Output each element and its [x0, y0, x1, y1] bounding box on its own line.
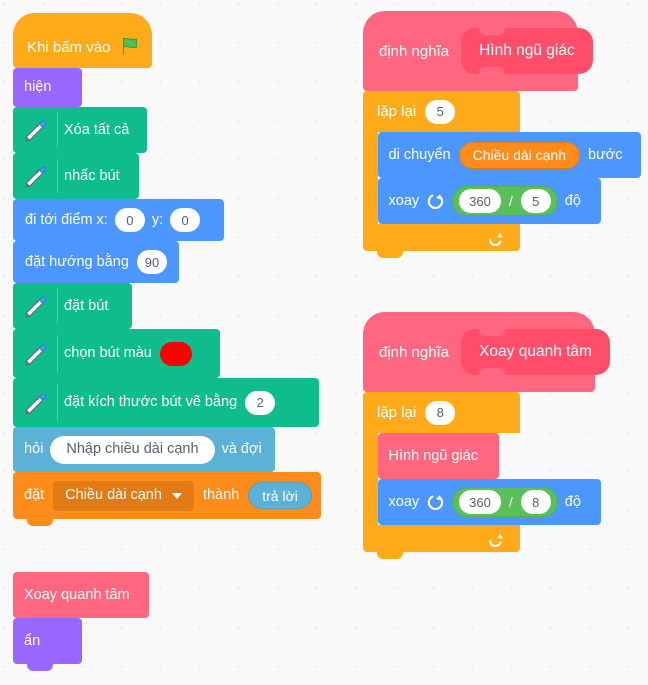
block-turn-right[interactable]: xoay 360 / 5 độ: [377, 178, 601, 231]
repeat-left-arm: [363, 132, 378, 224]
pen-icon-divider: [57, 159, 58, 193]
procedure-name-label: Xoay quanh tâm: [479, 343, 592, 360]
pen-icon: [21, 340, 49, 368]
go-to-xy-label-x: đi tới điểm x:: [25, 211, 108, 228]
pen-up-label: nhấc bút: [64, 167, 120, 184]
block-turn-right[interactable]: xoay 360 / 8 độ: [377, 479, 601, 532]
repeat-label: lặp lại: [377, 404, 417, 421]
repeat-times-input[interactable]: 8: [425, 400, 456, 425]
pen-icon: [21, 162, 49, 190]
pen-size-input[interactable]: 2: [245, 390, 276, 415]
turn-label: xoay: [388, 493, 420, 510]
divide-operand-b[interactable]: 5: [520, 189, 551, 213]
show-label: hiện: [24, 79, 52, 96]
blocks-workspace[interactable]: Khi bấm vào hiện Xóa tất cả nhấc bút đi …: [0, 0, 648, 685]
repeat-5-footer: [363, 224, 520, 258]
loop-arrow-icon: [487, 530, 504, 547]
pen-icon: [21, 389, 49, 417]
pen-icon-divider: [57, 384, 58, 421]
divide-operand-b[interactable]: 8: [520, 490, 551, 514]
pen-down-label: đặt bút: [64, 297, 109, 314]
green-flag-icon: [120, 36, 140, 56]
loop-arrow-icon: [487, 229, 504, 246]
set-variable-label: đặt: [24, 487, 45, 504]
turn-degrees-label: độ: [564, 192, 581, 209]
define-label: định nghĩa: [379, 343, 450, 361]
erase-all-label: Xóa tất cả: [64, 121, 130, 138]
repeat-label: lặp lại: [377, 103, 417, 120]
chevron-down-icon: [171, 492, 182, 499]
block-pen-down[interactable]: đặt bút: [13, 283, 132, 336]
move-label: di chuyển: [388, 146, 451, 163]
block-move-steps[interactable]: di chuyển Chiều dài cạnh bước: [377, 132, 641, 185]
go-to-xy-label-y: y:: [151, 211, 164, 228]
set-pen-size-label: đặt kích thước bút vẽ bằng: [64, 394, 238, 411]
answer-reporter[interactable]: trả lời: [248, 482, 312, 509]
set-pen-color-label: chọn bút màu: [64, 345, 152, 362]
turn-clockwise-icon: [426, 192, 445, 211]
block-set-pen-size[interactable]: đặt kích thước bút vẽ bằng 2: [13, 378, 319, 434]
procedure-prototype-hinh-ngu-giac[interactable]: Hình ngũ giác: [461, 28, 593, 74]
block-erase-all[interactable]: Xóa tất cả: [13, 107, 147, 160]
variable-dropdown-value: Chiều dài cạnh: [65, 487, 162, 504]
turn-label: xoay: [388, 192, 420, 209]
repeat-5-header[interactable]: lặp lại 5: [363, 91, 520, 132]
divide-operand-a[interactable]: 360: [459, 490, 501, 514]
ask-question-input[interactable]: Nhập chiều dài cạnh: [50, 435, 215, 464]
block-hide[interactable]: ẩn: [13, 618, 82, 671]
procedure-name-label: Hình ngũ giác: [479, 42, 575, 59]
repeat-8-footer: [363, 525, 520, 559]
point-direction-input[interactable]: 90: [136, 250, 167, 274]
block-go-to-xy[interactable]: đi tới điểm x: 0 y: 0: [13, 199, 224, 248]
block-show[interactable]: hiện: [13, 68, 82, 114]
block-set-pen-color[interactable]: chọn bút màu: [13, 329, 220, 385]
procedure-prototype-xoay-quanh-tam[interactable]: Xoay quanh tâm: [461, 329, 610, 375]
ask-and-wait-label: và đợi: [221, 441, 262, 458]
set-variable-to-label: thành: [202, 487, 240, 504]
block-call-xoay-quanh-tam[interactable]: Xoay quanh tâm: [13, 572, 149, 625]
go-to-y-input[interactable]: 0: [170, 208, 201, 232]
operator-divide[interactable]: 360 / 5: [452, 186, 558, 216]
ask-label: hỏi: [24, 441, 44, 458]
block-call-hinh-ngu-giac[interactable]: Hình ngũ giác: [377, 433, 499, 486]
divide-symbol: /: [508, 193, 513, 209]
pen-icon-divider: [57, 335, 58, 372]
pen-icon: [21, 292, 49, 320]
move-steps-label: bước: [588, 146, 623, 163]
block-ask-and-wait[interactable]: hỏi Nhập chiều dài cạnh và đợi: [13, 427, 275, 479]
operator-divide[interactable]: 360 / 8: [452, 487, 558, 517]
turn-degrees-label: độ: [564, 493, 581, 510]
block-define-hinh-ngu-giac[interactable]: định nghĩa Hình ngũ giác: [363, 11, 593, 91]
turn-clockwise-icon: [426, 493, 445, 512]
repeat-left-arm: [363, 433, 378, 525]
pen-icon-divider: [57, 289, 58, 323]
hide-label: ẩn: [24, 632, 41, 649]
block-set-variable[interactable]: đặt Chiều dài cạnh thành trả lời: [13, 472, 321, 526]
pen-icon: [21, 116, 49, 144]
define-label: định nghĩa: [379, 42, 450, 60]
variable-reporter-chieu-dai-canh[interactable]: Chiều dài cạnh: [458, 141, 580, 169]
repeat-times-input[interactable]: 5: [425, 99, 456, 124]
block-repeat-5[interactable]: lặp lại 5 di chuyển Chiều dài cạnh bước …: [363, 91, 641, 258]
call-hinh-ngu-giac-label: Hình ngũ giác: [388, 447, 478, 464]
block-define-xoay-quanh-tam[interactable]: định nghĩa Xoay quanh tâm: [363, 312, 610, 392]
go-to-x-input[interactable]: 0: [114, 208, 145, 232]
block-pen-up[interactable]: nhấc bút: [13, 153, 139, 206]
point-direction-label: đặt hướng bằng: [25, 253, 129, 270]
call-xoay-quanh-tam-label: Xoay quanh tâm: [24, 586, 130, 603]
block-repeat-8[interactable]: lặp lại 8 Hình ngũ giác xoay 360 / 8 độ: [363, 392, 601, 559]
pen-color-swatch[interactable]: [159, 341, 192, 366]
divide-symbol: /: [508, 494, 513, 510]
repeat-8-header[interactable]: lặp lại 8: [363, 392, 520, 433]
pen-icon-divider: [57, 113, 58, 147]
block-point-in-direction[interactable]: đặt hướng bằng 90: [13, 241, 179, 290]
variable-dropdown[interactable]: Chiều dài cạnh: [53, 480, 194, 511]
block-when-flag-clicked[interactable]: Khi bấm vào: [13, 13, 152, 68]
divide-operand-a[interactable]: 360: [459, 189, 501, 213]
when-flag-clicked-label: Khi bấm vào: [27, 39, 111, 56]
